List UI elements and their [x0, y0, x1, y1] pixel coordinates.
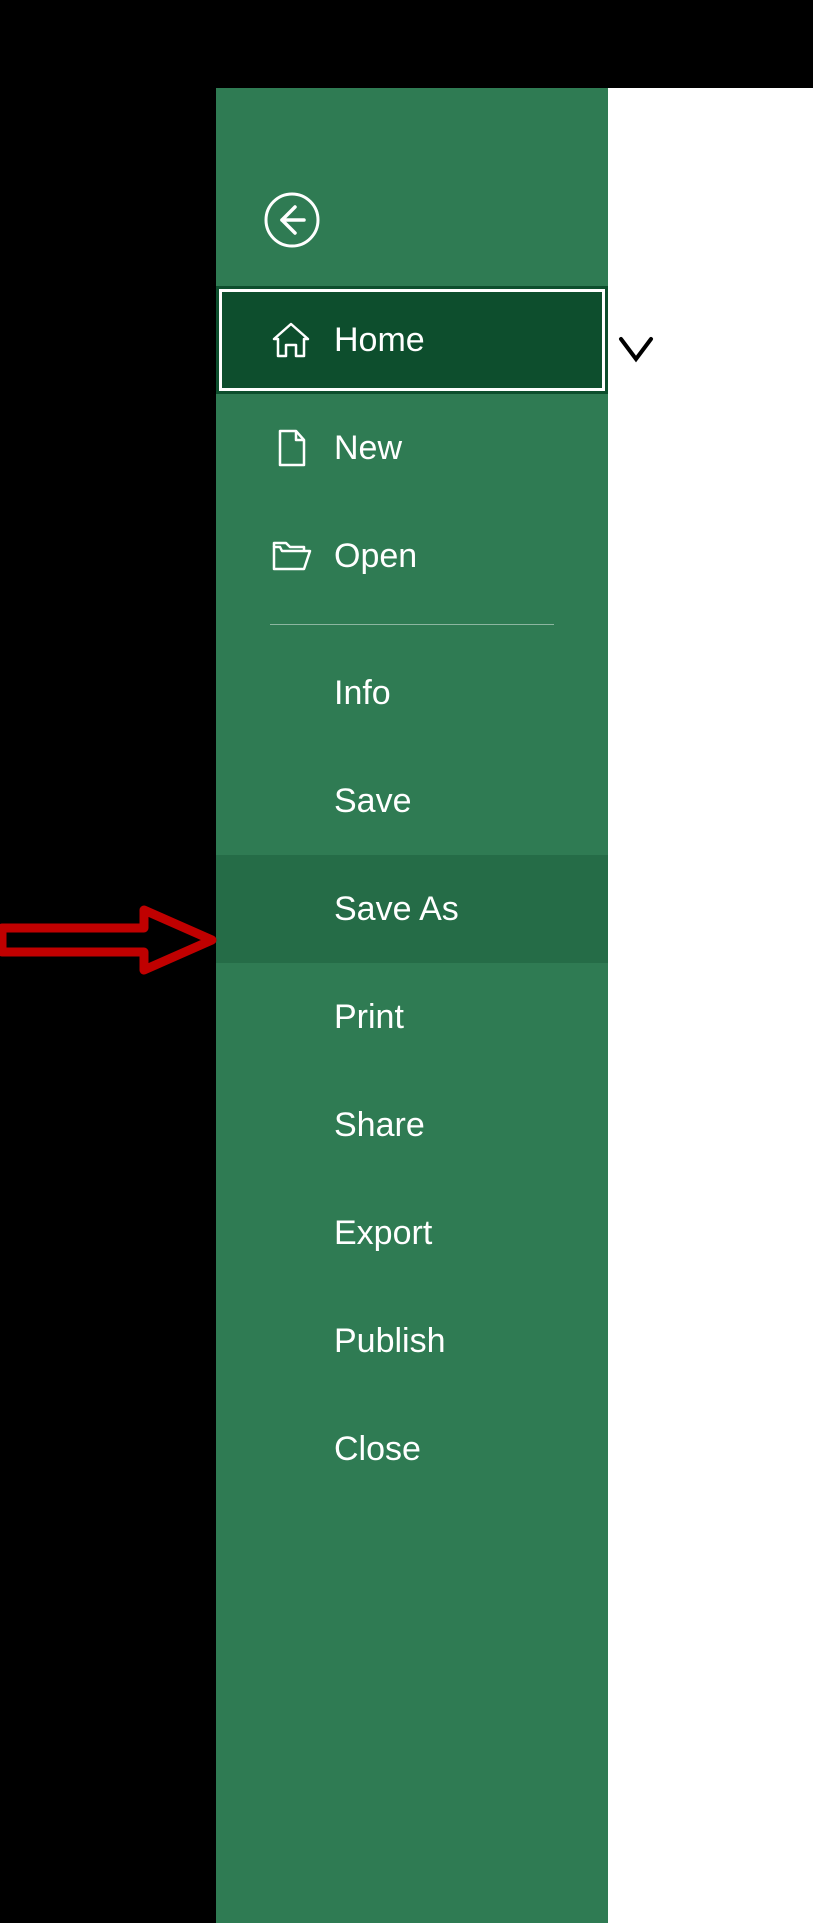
menu-label: Save As	[334, 890, 459, 929]
menu-label: Open	[334, 537, 417, 576]
menu-divider	[270, 624, 554, 625]
menu-label: Print	[334, 998, 404, 1037]
menu-label: New	[334, 429, 402, 468]
back-button[interactable]	[262, 192, 322, 252]
menu-label: Share	[334, 1106, 425, 1145]
menu-label: Close	[334, 1430, 421, 1469]
menu-label: Home	[334, 321, 425, 360]
folder-open-icon	[270, 535, 312, 577]
home-icon	[270, 319, 312, 361]
backstage-sidebar: Home New Open Info	[216, 88, 608, 1923]
menu-item-home[interactable]: Home	[216, 286, 608, 394]
menu-item-close[interactable]: Close	[216, 1395, 608, 1503]
menu-label: Info	[334, 674, 391, 713]
back-arrow-icon	[263, 191, 321, 254]
menu-item-save-as[interactable]: Save As	[216, 855, 608, 963]
menu-item-publish[interactable]: Publish	[216, 1287, 608, 1395]
menu-item-print[interactable]: Print	[216, 963, 608, 1071]
menu-item-new[interactable]: New	[216, 394, 608, 502]
menu-label: Save	[334, 782, 412, 821]
backstage-menu: Home New Open Info	[216, 286, 608, 1503]
menu-label: Publish	[334, 1322, 446, 1361]
menu-label: Export	[334, 1214, 432, 1253]
menu-item-open[interactable]: Open	[216, 502, 608, 610]
menu-item-share[interactable]: Share	[216, 1071, 608, 1179]
content-partial-glyph	[616, 334, 656, 374]
menu-item-export[interactable]: Export	[216, 1179, 608, 1287]
new-file-icon	[270, 427, 312, 469]
menu-item-save[interactable]: Save	[216, 747, 608, 855]
menu-item-info[interactable]: Info	[216, 639, 608, 747]
